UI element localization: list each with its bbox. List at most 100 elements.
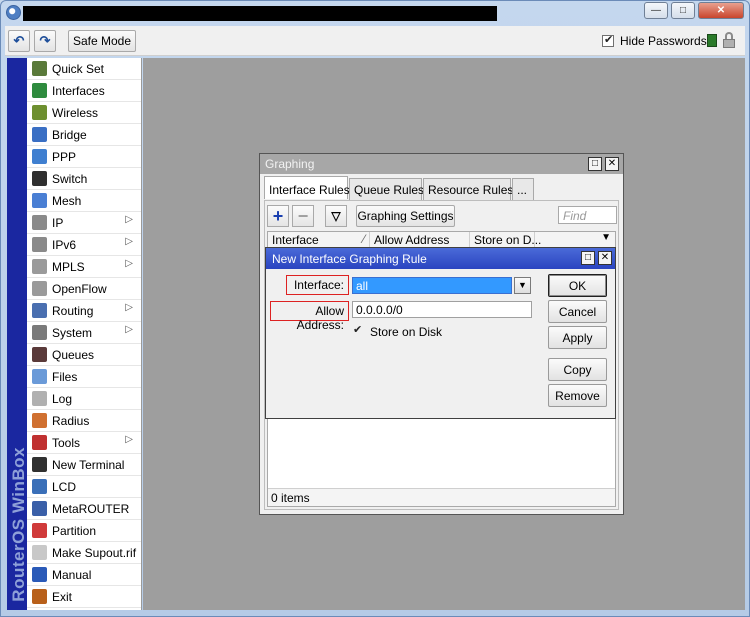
sidebar-item-label: MetaROUTER xyxy=(52,501,130,516)
sidebar-item-ip[interactable]: IP ▷ xyxy=(27,212,141,234)
status-bar: 0 items xyxy=(268,488,615,506)
sidebar-item-ipv6[interactable]: IPv6 ▷ xyxy=(27,234,141,256)
store-on-disk-checkbox[interactable] xyxy=(352,323,364,338)
brand-strip: RouterOS WinBox xyxy=(7,58,28,610)
tab-interface-rules[interactable]: Interface Rules xyxy=(264,176,350,199)
undo-button[interactable]: ↶ xyxy=(8,30,30,52)
sidebar-item-files[interactable]: Files xyxy=(27,366,141,388)
remove-rule-button[interactable]: − xyxy=(292,205,314,227)
sidebar-item-system[interactable]: System ▷ xyxy=(27,322,141,344)
submenu-arrow-icon: ▷ xyxy=(125,324,133,335)
sidebar-item-lcd[interactable]: LCD xyxy=(27,476,141,498)
hide-passwords-checkbox[interactable] xyxy=(602,33,614,47)
main-toolbar: ↶ ↷ Safe Mode Hide Passwords xyxy=(5,26,745,56)
hide-passwords-toggle[interactable]: Hide Passwords xyxy=(602,33,707,48)
graphing-title-bar[interactable]: Graphing xyxy=(260,154,623,174)
copy-button[interactable]: Copy xyxy=(548,358,607,381)
remove-label: Remove xyxy=(555,388,600,403)
sidebar-item-label: OpenFlow xyxy=(52,281,107,296)
log-icon xyxy=(32,391,47,406)
sidebar-item-switch[interactable]: Switch xyxy=(27,168,141,190)
dialog-close-button[interactable]: ✕ xyxy=(598,251,612,265)
mpls-icon xyxy=(32,259,47,274)
sidebar-item-manual[interactable]: Manual xyxy=(27,564,141,586)
sidebar-item-openflow[interactable]: OpenFlow xyxy=(27,278,141,300)
queues-icon xyxy=(32,347,47,362)
column-label: Store on D... xyxy=(474,233,542,247)
sidebar-item-log[interactable]: Log xyxy=(27,388,141,410)
sidebar-item-label: IPv6 xyxy=(52,237,77,252)
tab-label: Interface Rules xyxy=(269,183,350,197)
title-redacted xyxy=(23,6,497,21)
sidebar-item-mpls[interactable]: MPLS ▷ xyxy=(27,256,141,278)
sidebar-item-make-supout-rif[interactable]: Make Supout.rif xyxy=(27,542,141,564)
close-icon: ✕ xyxy=(716,5,726,16)
redo-button[interactable]: ↷ xyxy=(34,30,56,52)
sidebar-item-exit[interactable]: Exit xyxy=(27,586,141,608)
filter-button[interactable]: ▽ xyxy=(325,205,347,227)
ok-button[interactable]: OK xyxy=(548,274,607,297)
tab-more[interactable]: ... xyxy=(512,178,534,200)
sidebar-item-bridge[interactable]: Bridge xyxy=(27,124,141,146)
column-store-on-disk[interactable]: Store on D... xyxy=(470,232,541,248)
dialog-title-bar[interactable]: New Interface Graphing Rule xyxy=(266,248,615,269)
columns-dropdown-icon[interactable]: ▼ xyxy=(601,232,611,243)
metarouter-icon xyxy=(32,501,47,516)
brand-label: RouterOS WinBox xyxy=(9,447,28,602)
tools-icon xyxy=(32,435,47,450)
sidebar-item-label: Switch xyxy=(52,171,88,186)
minimize-button[interactable]: — xyxy=(644,2,668,19)
graphing-maximize-button[interactable]: □ xyxy=(588,157,602,171)
sidebar-item-label: LCD xyxy=(52,479,77,494)
add-rule-button[interactable]: + xyxy=(267,205,289,227)
sidebar-item-new-terminal[interactable]: New Terminal xyxy=(27,454,141,476)
find-input[interactable]: Find xyxy=(558,206,617,224)
tab-resource-rules[interactable]: Resource Rules xyxy=(423,178,513,200)
folder-icon xyxy=(32,369,47,384)
sidebar-item-partition[interactable]: Partition xyxy=(27,520,141,542)
interface-dropdown-button[interactable]: ▼ xyxy=(514,277,531,294)
ok-label: OK xyxy=(568,278,587,293)
switch-icon xyxy=(32,171,47,186)
safe-mode-button[interactable]: Safe Mode xyxy=(68,30,136,52)
maximize-icon: □ xyxy=(679,5,687,16)
help-icon xyxy=(32,567,47,582)
system-gear-icon xyxy=(32,325,47,340)
allow-address-value: 0.0.0.0/0 xyxy=(356,303,403,317)
sidebar-item-queues[interactable]: Queues xyxy=(27,344,141,366)
graphing-close-button[interactable]: ✕ xyxy=(605,157,619,171)
graphing-settings-button[interactable]: Graphing Settings xyxy=(356,205,455,227)
sidebar-item-interfaces[interactable]: Interfaces xyxy=(27,80,141,102)
sort-icon: ⁄ xyxy=(362,232,365,246)
column-interface[interactable]: Interface ⁄ xyxy=(268,232,370,248)
dialog-maximize-button[interactable]: □ xyxy=(581,251,595,265)
sidebar-item-quick-set[interactable]: Quick Set xyxy=(27,58,141,80)
allow-address-input[interactable]: 0.0.0.0/0 xyxy=(352,301,532,318)
cancel-button[interactable]: Cancel xyxy=(548,300,607,323)
maximize-button[interactable]: □ xyxy=(671,2,695,19)
tab-queue-rules[interactable]: Queue Rules xyxy=(349,178,424,200)
store-on-disk-toggle[interactable]: Store on Disk xyxy=(352,323,442,339)
ppp-icon xyxy=(32,149,47,164)
routing-icon xyxy=(32,303,47,318)
sidebar-item-mesh[interactable]: Mesh xyxy=(27,190,141,212)
interface-label-text: Interface: xyxy=(293,278,344,292)
wireless-icon xyxy=(32,105,47,120)
sidebar-item-label: New Terminal xyxy=(52,457,125,472)
remove-button[interactable]: Remove xyxy=(548,384,607,407)
close-window-button[interactable]: ✕ xyxy=(698,2,744,19)
interface-select[interactable]: all xyxy=(352,277,512,294)
close-icon: ✕ xyxy=(607,158,617,169)
sidebar-item-routing[interactable]: Routing ▷ xyxy=(27,300,141,322)
apply-button[interactable]: Apply xyxy=(548,326,607,349)
sidebar-item-tools[interactable]: Tools ▷ xyxy=(27,432,141,454)
interface-label: Interface: xyxy=(286,275,349,295)
sidebar-item-label: MPLS xyxy=(52,259,85,274)
sidebar-item-wireless[interactable]: Wireless xyxy=(27,102,141,124)
column-allow-address[interactable]: Allow Address xyxy=(370,232,470,248)
new-rule-dialog: New Interface Graphing Rule □ ✕ Interfac… xyxy=(265,247,616,419)
sidebar-item-ppp[interactable]: PPP xyxy=(27,146,141,168)
sidebar-item-radius[interactable]: Radius xyxy=(27,410,141,432)
ipv6-icon xyxy=(32,237,47,252)
sidebar-item-metarouter[interactable]: MetaROUTER xyxy=(27,498,141,520)
